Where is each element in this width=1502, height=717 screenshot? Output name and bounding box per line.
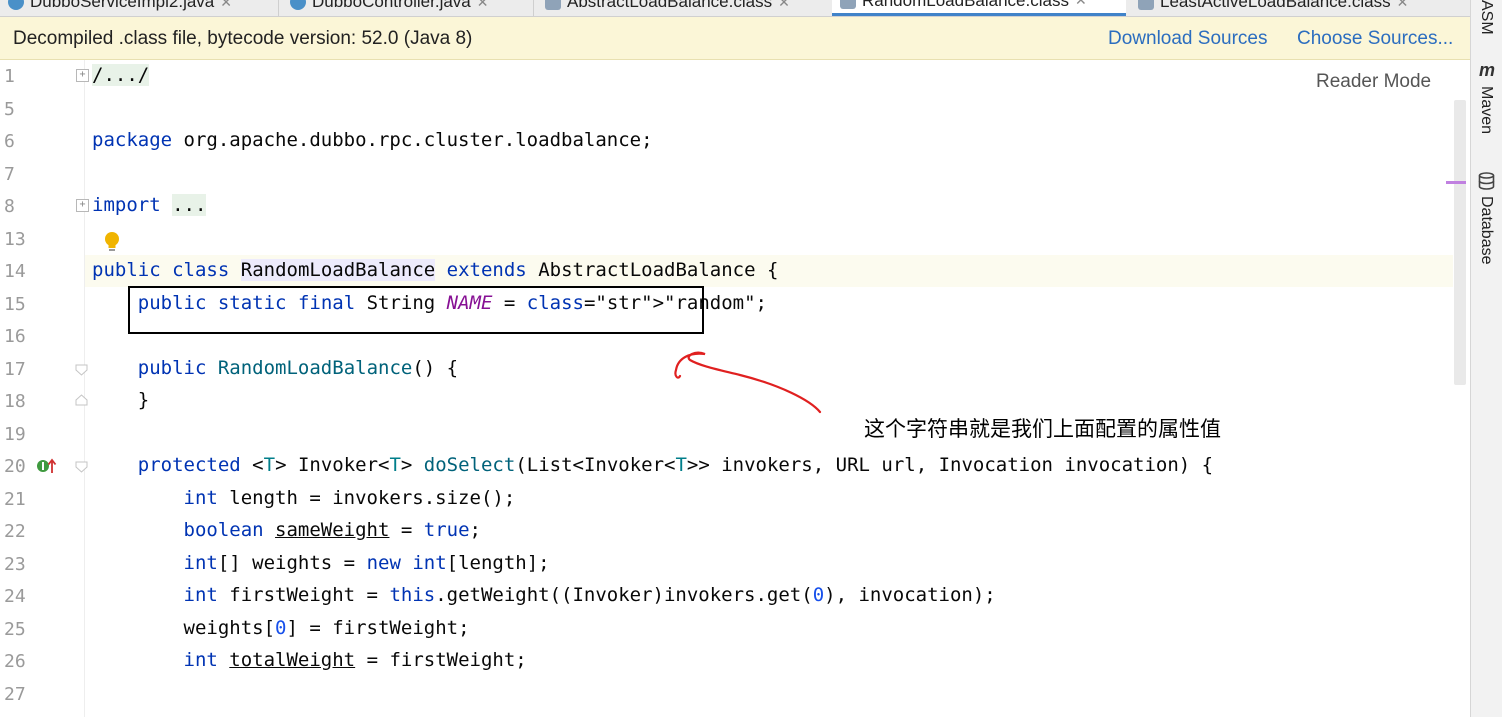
download-sources-link[interactable]: Download Sources	[1108, 28, 1267, 50]
tab-abstract-load-balance[interactable]: AbstractLoadBalance.class ✕	[537, 0, 798, 16]
code-line-26[interactable]: int totalWeight = firstWeight;	[92, 649, 527, 671]
fold-collapse-icon[interactable]	[75, 364, 88, 376]
decompiled-banner: Decompiled .class file, bytecode version…	[0, 17, 1470, 60]
line-number: 26	[4, 651, 26, 672]
scrollbar-marker	[1446, 181, 1466, 184]
fold-end-icon[interactable]	[75, 394, 88, 406]
code-line-14[interactable]: public class RandomLoadBalance extends A…	[92, 259, 778, 281]
code-line-22[interactable]: boolean sameWeight = true;	[92, 519, 481, 541]
code-line-17[interactable]: public RandomLoadBalance() {	[92, 357, 458, 379]
line-number: 1	[4, 66, 15, 87]
code-line-8[interactable]: import ...	[92, 194, 207, 216]
code-line-20[interactable]: protected <T> Invoker<T> doSelect(List<I…	[92, 454, 1213, 476]
code-line-1[interactable]: /.../	[92, 64, 150, 86]
close-icon[interactable]: ✕	[1397, 0, 1409, 11]
line-number: 8	[4, 196, 15, 217]
code-line-25[interactable]: weights[0] = firstWeight;	[92, 617, 470, 639]
line-number: 13	[4, 229, 26, 250]
editor-scrollbar[interactable]	[1454, 100, 1466, 385]
database-tool-button[interactable]: Database	[1477, 196, 1495, 265]
tab-dubbo-service-impl2[interactable]: DubboServiceImpl2.java ✕	[0, 0, 240, 16]
highlight-box	[128, 286, 704, 334]
tab-dubbo-controller[interactable]: DubboController.java ✕	[282, 0, 497, 16]
line-number: 5	[4, 99, 15, 120]
fold-collapse-icon[interactable]	[75, 461, 88, 473]
lightbulb-icon[interactable]	[102, 231, 122, 257]
class-file-icon	[1138, 0, 1154, 10]
close-icon[interactable]: ✕	[477, 0, 489, 11]
fold-expand-icon[interactable]: +	[76, 199, 89, 212]
tab-least-active-load-balance[interactable]: LeastActiveLoadBalance.class ✕	[1130, 0, 1416, 16]
maven-tool-button[interactable]: Maven	[1477, 86, 1495, 134]
code-line-24[interactable]: int firstWeight = this.getWeight((Invoke…	[92, 584, 996, 606]
fold-expand-icon[interactable]: +	[76, 69, 89, 82]
line-number: 21	[4, 489, 26, 510]
line-number: 16	[4, 326, 26, 347]
line-number: 19	[4, 424, 26, 445]
line-number: 7	[4, 164, 15, 185]
code-line-23[interactable]: int[] weights = new int[length];	[92, 552, 550, 574]
close-icon[interactable]: ✕	[220, 0, 232, 11]
code-line-21[interactable]: int length = invokers.size();	[92, 487, 516, 509]
line-number: 17	[4, 359, 26, 380]
line-number: 15	[4, 294, 26, 315]
decompiled-message: Decompiled .class file, bytecode version…	[13, 28, 473, 49]
red-arrow-annotation	[674, 351, 822, 414]
class-file-icon	[840, 0, 856, 9]
line-number: 22	[4, 521, 26, 542]
code-line-18[interactable]: }	[92, 389, 149, 411]
choose-sources-link[interactable]: Choose Sources...	[1297, 28, 1453, 50]
class-file-icon	[545, 0, 561, 10]
implements-method-icon[interactable]	[36, 457, 58, 479]
tab-separator	[278, 0, 279, 16]
annotation-text: 这个字符串就是我们上面配置的属性值	[864, 417, 1221, 441]
line-number: 24	[4, 586, 26, 607]
maven-icon: m	[1479, 60, 1496, 80]
close-icon[interactable]: ✕	[778, 0, 790, 11]
line-number: 14	[4, 261, 26, 282]
code-line-6[interactable]: package org.apache.dubbo.rpc.cluster.loa…	[92, 129, 653, 151]
tab-separator	[533, 0, 534, 16]
tab-random-load-balance[interactable]: RandomLoadBalance.class ✕	[832, 0, 1126, 16]
line-number: 27	[4, 684, 26, 705]
java-file-icon	[8, 0, 24, 10]
database-icon	[1478, 172, 1495, 194]
line-number: 6	[4, 131, 15, 152]
reader-mode-button[interactable]: Reader Mode	[1316, 71, 1431, 93]
editor-tab-bar: DubboServiceImpl2.java ✕ DubboController…	[0, 0, 1470, 17]
right-tool-strip: ASM m Maven Database	[1470, 0, 1502, 717]
line-number: 25	[4, 619, 26, 640]
close-icon[interactable]: ✕	[1075, 0, 1087, 9]
line-number: 18	[4, 391, 26, 412]
java-file-icon	[290, 0, 306, 10]
gutter-divider	[84, 60, 85, 717]
asm-tool-button[interactable]: ASM	[1477, 0, 1495, 34]
line-number: 23	[4, 554, 26, 575]
